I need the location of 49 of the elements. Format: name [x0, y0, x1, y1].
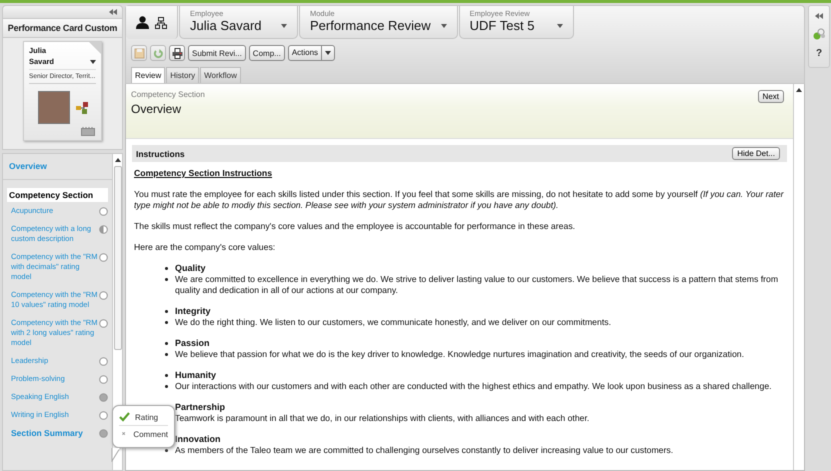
refresh-icon — [152, 48, 164, 58]
org-chart-icon — [76, 102, 88, 114]
instructions-heading: Competency Section Instructions — [134, 168, 272, 179]
value-description: Our interactions with our customers and with each other are conducted with the highest ethics and empathy. We look upon business as a shared challenge. — [164, 381, 785, 392]
photo-placeholder — [38, 91, 70, 124]
toolbar-button[interactable]: Submit Revi... — [188, 45, 246, 61]
scrollbar[interactable] — [793, 84, 804, 470]
caret-icon — [440, 24, 447, 28]
value-name: Passion — [164, 338, 785, 349]
hide-details-button[interactable]: Hide Det... — [732, 147, 780, 160]
help-button[interactable]: ? — [816, 48, 822, 59]
popup-label: Comment — [133, 430, 168, 438]
scrollbar-thumb[interactable] — [114, 166, 122, 350]
tab[interactable]: Review — [131, 67, 166, 83]
paragraph: You must rate the employee for each skills listed under this section. If you feel that some skills are missing, do not hesitate to add some by yourself (If you can. Your rater type might not be able to modiy this section. Please see with your system administrator if you have any doubt). — [134, 189, 785, 211]
collapse-icon[interactable] — [814, 12, 824, 20]
value-name: Integrity — [164, 306, 785, 317]
value-name: Quality — [164, 263, 785, 274]
collapse-icon[interactable] — [108, 8, 118, 16]
paragraph: Here are the company's core values: — [134, 242, 276, 253]
section-subtitle: Competency Section — [131, 90, 205, 99]
print-button[interactable] — [169, 45, 185, 61]
next-button[interactable]: Next — [758, 90, 784, 103]
save-icon — [134, 48, 144, 58]
value-description: We are committed to excellence in everything we do. We strive to deliver lasting value to our customers. We believe that success is a pattern that stems from quality and dedication in all of our actions at our company. — [164, 274, 785, 296]
value-name: Humanity — [164, 370, 785, 381]
actions-menu-button[interactable]: Actions — [288, 45, 336, 61]
value-description: We believe that passion for what we do is the key driver to knowledge. Knowledge nurtures imagination and creativity, the seeds of our organization. — [164, 349, 785, 360]
value-description: We do the right thing. We listen to our customers, we communicate honestly, and we deliver on our commitments. — [164, 317, 785, 328]
up-arrow-icon[interactable] — [115, 158, 121, 162]
tab[interactable]: Workflow — [200, 67, 241, 83]
popup-label: Rating — [135, 412, 158, 422]
panel-title: Performance Card Custom — [2, 19, 123, 38]
section-title: Overview — [131, 102, 182, 116]
org-chart-icon — [155, 16, 167, 28]
caret-icon — [281, 24, 287, 28]
paragraph: The skills must reflect the company's core values and the employee is accountable for performance in these areas. — [134, 221, 576, 232]
value-description: As members of the Taleo team we are committed to challenging ourselves constantly to deliver increasing value to our customers. — [164, 445, 785, 456]
caret-icon — [325, 51, 332, 55]
person-icon — [136, 16, 149, 29]
up-arrow-icon[interactable] — [796, 88, 802, 92]
print-icon — [172, 48, 182, 58]
panel-title: Instructions — [136, 148, 185, 158]
nav-section[interactable]: Competency Section — [7, 188, 108, 202]
caret-icon[interactable] — [90, 60, 96, 64]
toolbar-button[interactable]: Comp... — [248, 45, 285, 61]
card-icon — [81, 127, 95, 136]
tab[interactable]: History — [166, 67, 200, 83]
caret-icon — [556, 24, 563, 28]
